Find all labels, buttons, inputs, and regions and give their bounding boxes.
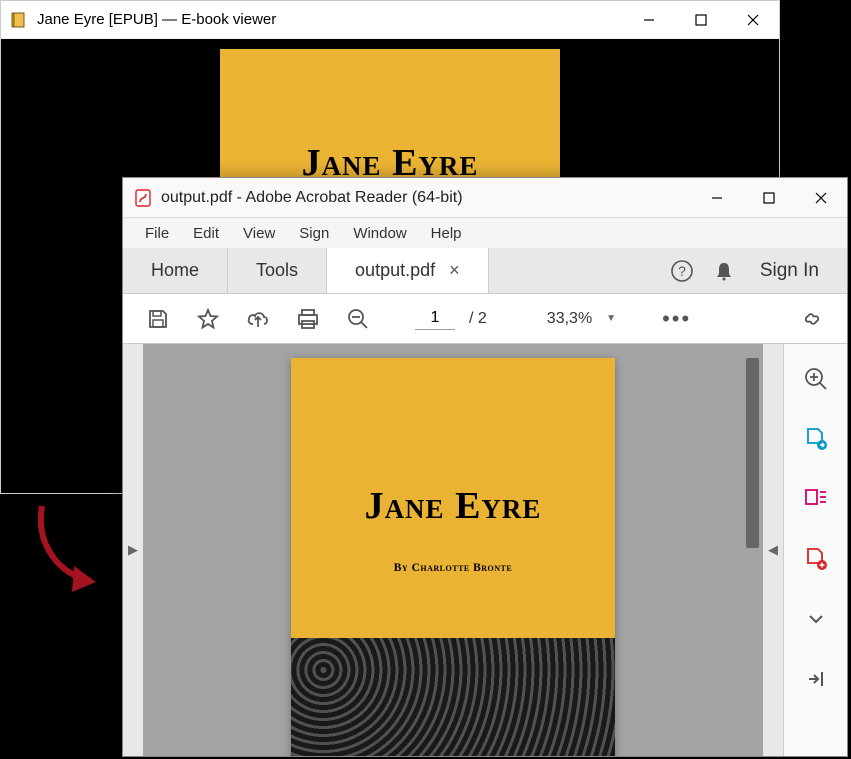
zoom-in-icon[interactable] [801, 364, 831, 394]
ebook-window-title: Jane Eyre [EPUB] — E-book viewer [37, 11, 623, 28]
ebook-window-controls [623, 1, 779, 39]
ebook-titlebar: Jane Eyre [EPUB] — E-book viewer [1, 1, 779, 39]
sign-in-button[interactable]: Sign In [752, 260, 827, 282]
zoom-dropdown[interactable]: 33,3% ▼ [539, 310, 624, 328]
svg-text:?: ? [678, 263, 686, 279]
tab-home-label: Home [151, 260, 199, 281]
pdf-title: Jane Eyre [365, 484, 542, 528]
collapse-panel-icon[interactable] [801, 664, 831, 694]
zoom-out-icon[interactable] [337, 298, 379, 340]
maximize-button[interactable] [743, 179, 795, 217]
bell-icon[interactable] [710, 257, 738, 285]
close-button[interactable] [727, 1, 779, 39]
menu-edit[interactable]: Edit [183, 221, 229, 246]
pdf-icon [133, 188, 153, 208]
pdf-cover-image [291, 638, 615, 756]
tab-document-label: output.pdf [355, 260, 435, 281]
zoom-value: 33,3% [547, 310, 592, 328]
menu-help[interactable]: Help [421, 221, 472, 246]
tabbar: Home Tools output.pdf × ? Sign In [123, 248, 847, 294]
page-input[interactable] [415, 307, 455, 330]
menu-file[interactable]: File [135, 221, 179, 246]
annotation-arrow [24, 500, 114, 600]
save-icon[interactable] [137, 298, 179, 340]
document-view[interactable]: Jane Eyre By Charlotte Bronte [143, 344, 763, 756]
right-panel-toggle[interactable]: ◀ [763, 344, 783, 756]
page-total: / 2 [463, 310, 493, 328]
scrollbar[interactable] [746, 358, 759, 548]
chevron-down-icon[interactable] [801, 604, 831, 634]
chevron-down-icon: ▼ [606, 313, 616, 324]
menu-sign[interactable]: Sign [289, 221, 339, 246]
help-icon[interactable]: ? [668, 257, 696, 285]
document-area: ▶ Jane Eyre By Charlotte Bronte ◀ [123, 344, 847, 756]
star-icon[interactable] [187, 298, 229, 340]
tools-sidebar [783, 344, 847, 756]
acrobat-window: output.pdf - Adobe Acrobat Reader (64-bi… [122, 177, 848, 757]
tab-close-icon[interactable]: × [449, 260, 460, 281]
print-icon[interactable] [287, 298, 329, 340]
menu-window[interactable]: Window [343, 221, 416, 246]
pdf-page: Jane Eyre By Charlotte Bronte [291, 358, 615, 756]
book-icon [9, 10, 29, 30]
toolbar: / 2 33,3% ▼ ••• [123, 294, 847, 344]
acrobat-window-title: output.pdf - Adobe Acrobat Reader (64-bi… [161, 189, 691, 207]
tabbar-right: ? Sign In [668, 248, 847, 293]
acrobat-window-controls [691, 179, 847, 217]
share-link-icon[interactable] [791, 298, 833, 340]
menubar: File Edit View Sign Window Help [123, 218, 847, 248]
tab-document[interactable]: output.pdf × [327, 248, 489, 293]
more-icon[interactable]: ••• [654, 306, 699, 332]
maximize-button[interactable] [675, 1, 727, 39]
tab-tools[interactable]: Tools [228, 248, 327, 293]
tab-tools-label: Tools [256, 260, 298, 281]
left-panel-toggle[interactable]: ▶ [123, 344, 143, 756]
export-pdf-icon[interactable] [801, 424, 831, 454]
close-button[interactable] [795, 179, 847, 217]
pdf-cover-top: Jane Eyre By Charlotte Bronte [291, 358, 615, 638]
menu-view[interactable]: View [233, 221, 285, 246]
minimize-button[interactable] [623, 1, 675, 39]
create-pdf-icon[interactable] [801, 544, 831, 574]
tab-home[interactable]: Home [123, 248, 228, 293]
cloud-upload-icon[interactable] [237, 298, 279, 340]
organize-pages-icon[interactable] [801, 484, 831, 514]
minimize-button[interactable] [691, 179, 743, 217]
acrobat-titlebar: output.pdf - Adobe Acrobat Reader (64-bi… [123, 178, 847, 218]
pdf-author: By Charlotte Bronte [394, 562, 512, 574]
